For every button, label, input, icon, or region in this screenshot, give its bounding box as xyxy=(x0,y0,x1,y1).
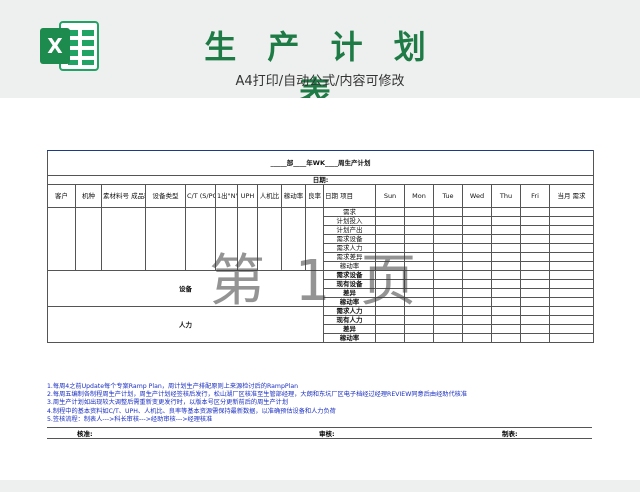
manpower-item: 稼动率 xyxy=(323,333,376,343)
manpower-item: 差异 xyxy=(323,324,376,334)
excel-icon: X xyxy=(40,21,99,71)
col-day-4: Thu xyxy=(491,184,521,208)
note-line: 4.制程中的基本资料如C/T、UPH、人机比、良率等基本资源需保持最新数据，以准… xyxy=(47,407,336,415)
date-label: 日期: xyxy=(46,175,595,185)
col-month-demand: 当月 需求 xyxy=(548,184,595,208)
item-label: 需求 xyxy=(323,207,376,217)
prepare-label: 制表: xyxy=(502,430,518,438)
col-yield: 良率 xyxy=(305,184,324,208)
col-model: 机种 xyxy=(75,184,102,208)
col-ct: C/T (S/PCS) xyxy=(185,184,216,208)
review-label: 审核: xyxy=(319,430,335,438)
col-man-machine: 人机比 xyxy=(257,184,282,208)
col-customer: 客户 xyxy=(47,184,76,208)
note-line: 1.每周4之前Update每个专案Ramp Plan，周计划生产排配原则上来源检… xyxy=(47,383,299,390)
col-date-item: 日期 项目 xyxy=(323,184,376,208)
item-label: 计划投入 xyxy=(323,216,376,226)
doc-title: _____部____年WK____周生产计划 xyxy=(46,150,595,176)
col-day-1: Mon xyxy=(404,184,434,208)
page-watermark: 第 1 页 xyxy=(209,249,423,314)
col-material: 素材料号 成品料号 xyxy=(101,184,146,208)
note-line: 5.签核流程：制表人--->科长审核--->经助审核--->经理核准 xyxy=(47,415,213,423)
page-header: X 生 产 计 划 表 A4打印/自动公式/内容可修改 xyxy=(0,0,640,112)
col-day-3: Wed xyxy=(462,184,492,208)
spreadsheet-preview: _____部____年WK____周生产计划 日期: 客户 机种 素材料号 成品… xyxy=(0,98,640,480)
col-equipment-type: 设备类型 xyxy=(145,184,186,208)
col-one-out: 1出"N" xyxy=(215,184,238,208)
production-plan-document: _____部____年WK____周生产计划 日期: 客户 机种 素材料号 成品… xyxy=(46,150,595,492)
col-uph: UPH xyxy=(237,184,258,208)
notes-block: 1.每周4之前Update每个专案Ramp Plan，周计划生产排配原则上来源检… xyxy=(47,383,592,424)
col-day-0: Sun xyxy=(375,184,405,208)
page-subtitle: A4打印/自动公式/内容可修改 xyxy=(235,74,405,89)
note-line: 3.周生产计划如出现较大调整后需重新变更发行时，以版本号区分更新前后的周生产计划 xyxy=(47,399,289,407)
col-utilization: 稼动率 xyxy=(281,184,306,208)
col-day-5: Fri xyxy=(520,184,550,208)
signature-row: 核准: 审核: 制表: xyxy=(47,427,592,439)
approve-label: 核准: xyxy=(77,430,93,438)
table-row: 需求 xyxy=(47,207,595,271)
col-day-2: Tue xyxy=(433,184,463,208)
logo-letter: X xyxy=(47,34,63,58)
item-label: 计划产出 xyxy=(323,225,376,235)
